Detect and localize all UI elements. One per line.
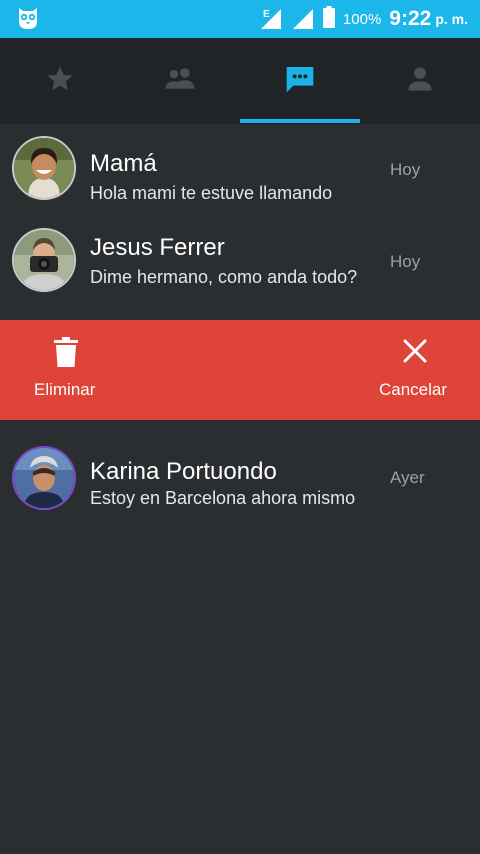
message-date: Hoy (390, 160, 421, 179)
message-preview: Estoy en Barcelona ahora mismo (90, 488, 356, 508)
signal-icon (291, 7, 315, 31)
contact-name: Jesus Ferrer (90, 234, 225, 261)
tab-bar (0, 38, 480, 124)
tab-selected-indicator (240, 119, 360, 123)
message-date: Hoy (390, 252, 421, 271)
message-date: Ayer (390, 468, 425, 487)
message-preview: Dime hermano, como anda todo? (90, 267, 358, 287)
contact-name: Mamá (90, 150, 157, 177)
tab-contacts[interactable] (120, 38, 240, 124)
swipe-action-bar: Eliminar Cancelar (0, 320, 480, 420)
clock-ampm: p. m. (435, 11, 468, 27)
tab-chats[interactable] (240, 38, 360, 124)
people-icon (162, 64, 198, 99)
close-icon (403, 339, 427, 368)
battery-percent: 100% (342, 10, 382, 28)
delete-button[interactable]: Eliminar (0, 320, 130, 420)
avatar (12, 136, 76, 200)
contact-name: Karina Portuondo (90, 458, 277, 485)
network-type-label: E (263, 9, 270, 20)
conversation-item[interactable]: Jesus Ferrer Dime hermano, como anda tod… (0, 216, 480, 308)
message-preview: Hola mami te estuve llamando (90, 183, 333, 203)
avatar (12, 228, 76, 292)
trash-icon (53, 337, 79, 372)
delete-label: Eliminar (34, 380, 96, 399)
star-icon (45, 64, 75, 99)
owl-icon (16, 6, 40, 30)
status-bar: E 100% 9:22 p. m. (0, 0, 480, 38)
avatar (12, 446, 76, 510)
conversation-item[interactable]: Karina Portuondo Estoy en Barcelona ahor… (0, 432, 480, 524)
mobile-signal-icon: E (259, 7, 283, 31)
tab-favorites[interactable] (0, 38, 120, 124)
chat-icon (284, 63, 316, 100)
battery-icon (322, 5, 335, 33)
conversation-item[interactable]: Mamá Hola mami te estuve llamando Hoy (0, 124, 480, 216)
tab-profile[interactable] (360, 38, 480, 124)
person-icon (406, 65, 434, 98)
cancel-button[interactable]: Cancelar (350, 320, 480, 420)
cancel-label: Cancelar (379, 380, 448, 399)
clock: 9:22 (389, 7, 432, 30)
